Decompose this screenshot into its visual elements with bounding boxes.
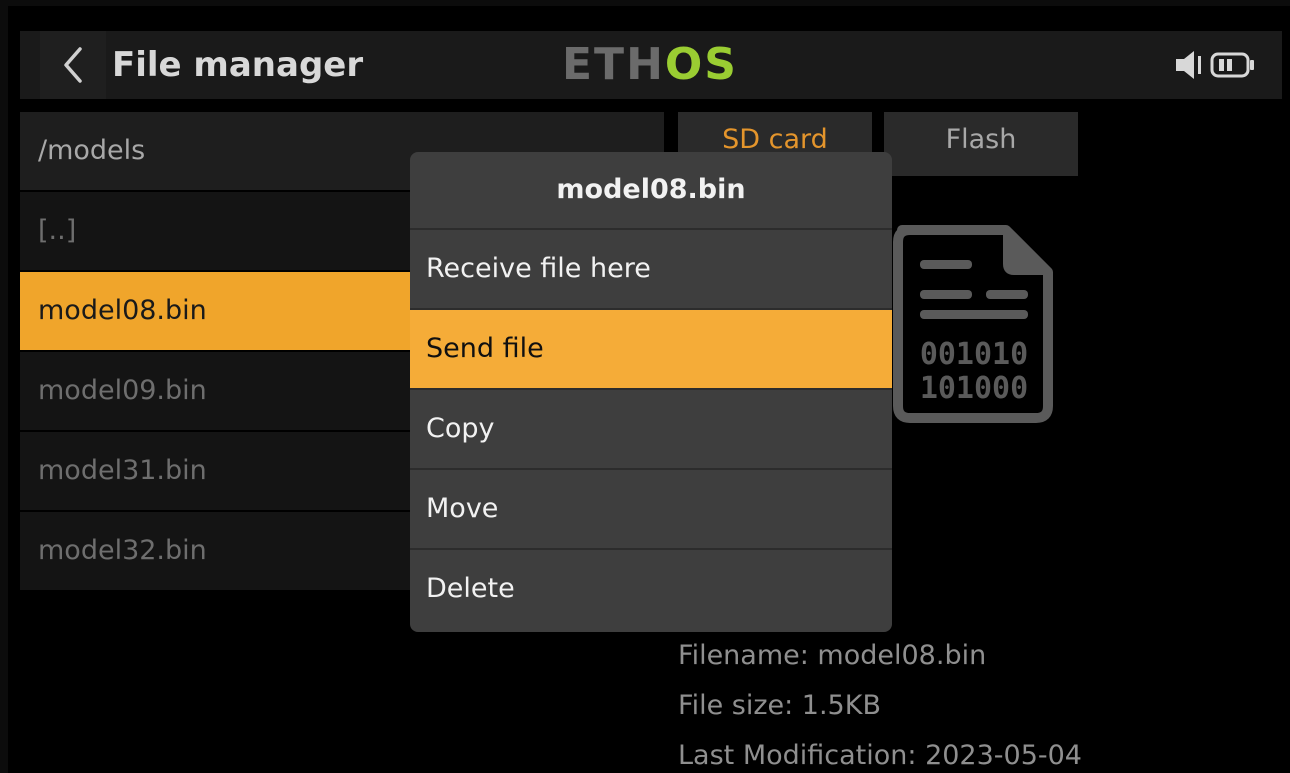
file-info: Filename: model08.bin File size: 1.5KB L… bbox=[678, 631, 1082, 773]
svg-text:001010: 001010 bbox=[920, 337, 1028, 372]
menu-item-receive-file[interactable]: Receive file here bbox=[410, 230, 892, 310]
back-button[interactable] bbox=[40, 31, 106, 99]
page-title: File manager bbox=[112, 45, 364, 85]
top-bar: File manager ETHOS bbox=[20, 31, 1282, 99]
menu-item-copy[interactable]: Copy bbox=[410, 390, 892, 470]
file-info-size: File size: 1.5KB bbox=[678, 690, 881, 721]
speaker-icon bbox=[1176, 51, 1201, 79]
file-info-modified: Last Modification: 2023-05-04 bbox=[678, 740, 1082, 771]
menu-item-move[interactable]: Move bbox=[410, 470, 892, 550]
svg-text:101000: 101000 bbox=[920, 371, 1028, 406]
battery-icon bbox=[1210, 52, 1254, 78]
screen: File manager ETHOS /models [..] model08.… bbox=[8, 6, 1290, 773]
file-actions-menu: model08.bin Receive file here Send file … bbox=[410, 152, 892, 632]
binary-file-icon: 001010 101000 bbox=[888, 224, 1058, 428]
status-icons bbox=[1174, 31, 1256, 99]
file-info-filename: Filename: model08.bin bbox=[678, 640, 987, 671]
menu-item-delete[interactable]: Delete bbox=[410, 550, 892, 628]
tab-flash[interactable]: Flash bbox=[884, 112, 1078, 176]
menu-title: model08.bin bbox=[410, 152, 892, 230]
ethos-logo: ETHOS bbox=[562, 39, 738, 90]
menu-item-send-file[interactable]: Send file bbox=[410, 310, 892, 390]
chevron-left-icon bbox=[64, 47, 82, 83]
